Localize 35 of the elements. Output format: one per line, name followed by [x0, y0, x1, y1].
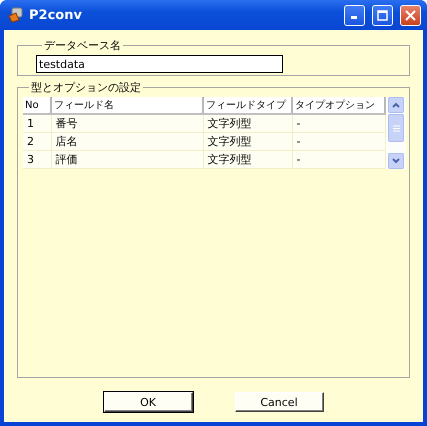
scroll-thumb[interactable] [388, 114, 404, 142]
app-icon [8, 7, 24, 23]
table-cell: 文字列型 [203, 132, 292, 150]
window-title: P2conv [29, 8, 83, 22]
table-cell: 1 [23, 114, 51, 132]
column-header[interactable]: フィールド名 [51, 97, 203, 114]
table-cell: - [292, 132, 385, 150]
table-cell: 評価 [51, 150, 203, 168]
grip-icon [392, 124, 400, 132]
group-label: 型とオプションの設定 [30, 80, 142, 95]
table-cell: - [292, 150, 385, 168]
table-cell: 3 [23, 150, 51, 168]
ok-button[interactable]: OK [104, 392, 192, 412]
database-name-field[interactable]: testdata [36, 55, 283, 73]
close-icon [405, 10, 416, 20]
group-label: データベース名 [43, 38, 122, 53]
table-cell: 店名 [51, 132, 203, 150]
column-header[interactable]: タイプオプション [292, 97, 385, 114]
caret-up-icon [392, 102, 400, 108]
close-button[interactable] [400, 4, 421, 26]
column-header[interactable]: No [23, 97, 51, 114]
caret-down-icon [392, 158, 400, 164]
table-cell: 文字列型 [203, 150, 292, 168]
cancel-button[interactable]: Cancel [234, 392, 324, 412]
maximize-button[interactable] [372, 4, 393, 26]
table-cell: 文字列型 [203, 114, 292, 132]
table-cell: 2 [23, 132, 51, 150]
minimize-button[interactable] [344, 4, 365, 26]
table-cell: 番号 [51, 114, 203, 132]
scrollbar[interactable] [388, 97, 405, 169]
scroll-up-button[interactable] [388, 97, 404, 113]
scroll-down-button[interactable] [388, 153, 404, 169]
column-header[interactable]: フィールドタイプ [203, 97, 292, 114]
maximize-icon [377, 10, 388, 20]
table-cell: - [292, 114, 385, 132]
